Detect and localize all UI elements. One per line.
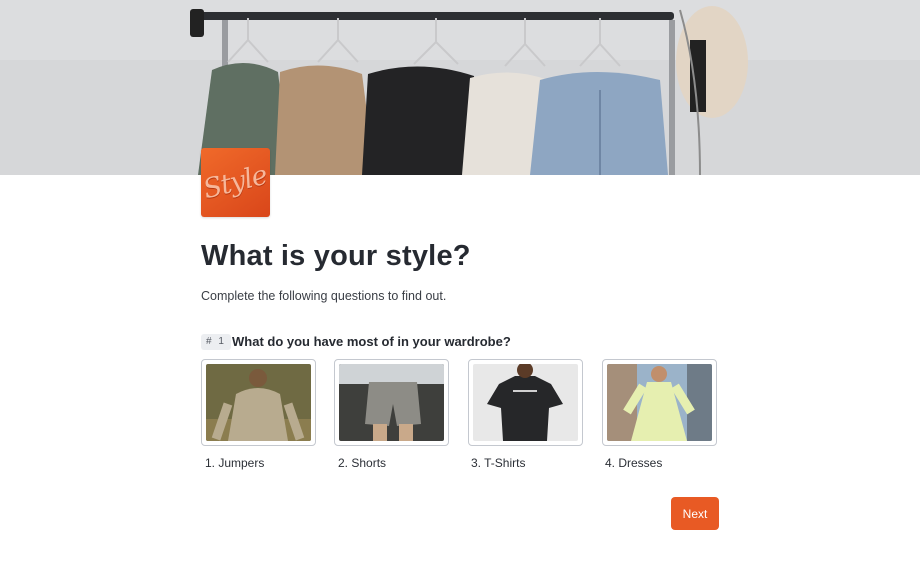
brand-logo: Style xyxy=(201,148,270,217)
logo-text: Style xyxy=(200,159,271,206)
shorts-image xyxy=(339,364,444,441)
page-title: What is your style? xyxy=(201,240,471,272)
dress-image xyxy=(607,364,712,441)
question-number-badge: # 1 xyxy=(201,334,231,350)
option-label-dresses: 4. Dresses xyxy=(605,456,663,470)
next-button[interactable]: Next xyxy=(671,497,719,530)
option-label-shorts: 2. Shorts xyxy=(338,456,387,470)
option-jumpers[interactable] xyxy=(201,359,316,446)
option-dresses[interactable] xyxy=(602,359,717,446)
jumper-image xyxy=(206,364,311,441)
option-shorts[interactable] xyxy=(334,359,449,446)
question-text: What do you have most of in your wardrob… xyxy=(232,334,511,349)
banner-image-clothing-rack xyxy=(0,0,920,175)
page-subtitle: Complete the following questions to find… xyxy=(201,289,447,303)
t-shirt-image xyxy=(473,364,578,441)
option-label-jumpers: 1. Jumpers xyxy=(205,456,265,470)
option-t-shirts[interactable] xyxy=(468,359,583,446)
option-label-t-shirts: 3. T-Shirts xyxy=(471,456,526,470)
